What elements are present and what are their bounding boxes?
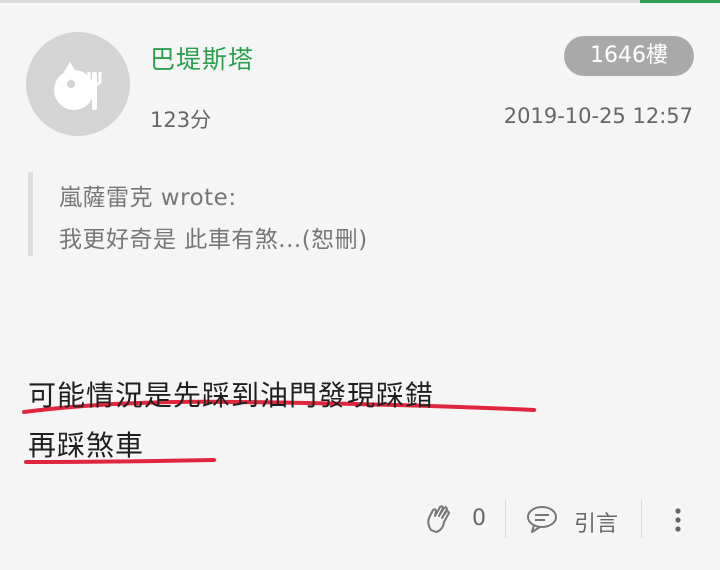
action-divider — [505, 500, 506, 538]
post-timestamp: 2019-10-25 12:57 — [503, 104, 693, 128]
top-accent-bar — [640, 0, 720, 3]
clap-hands-icon[interactable] — [423, 502, 457, 540]
more-vertical-icon[interactable] — [666, 502, 690, 542]
avatar[interactable] — [26, 32, 130, 136]
post-body-line-2: 再踩煞車 — [28, 429, 145, 462]
floor-badge: 1646樓 — [564, 36, 694, 76]
quote-block: 嵐薩雷克 wrote: 我更好奇是 此車有煞...(恕刪) — [28, 172, 673, 256]
top-border — [0, 0, 720, 3]
post-body-line-1: 可能情況是先踩到油門發現踩錯 — [28, 379, 435, 412]
username-link[interactable]: 巴堤斯塔 — [150, 40, 254, 76]
post-body: 可能情況是先踩到油門發現踩錯 再踩煞車 — [28, 371, 434, 471]
quote-author: 嵐薩雷克 wrote: — [59, 185, 237, 211]
action-divider — [641, 500, 642, 538]
quote-reply-button[interactable]: 引言 — [574, 506, 618, 538]
quote-text: 我更好奇是 此車有煞...(恕刪) — [59, 227, 368, 253]
user-score: 123分 — [150, 108, 212, 132]
speech-bubble-icon[interactable] — [524, 504, 560, 540]
avatar-placeholder-icon — [54, 62, 102, 110]
like-count: 0 — [472, 506, 486, 531]
post-action-bar: 0 引言 — [0, 498, 720, 542]
